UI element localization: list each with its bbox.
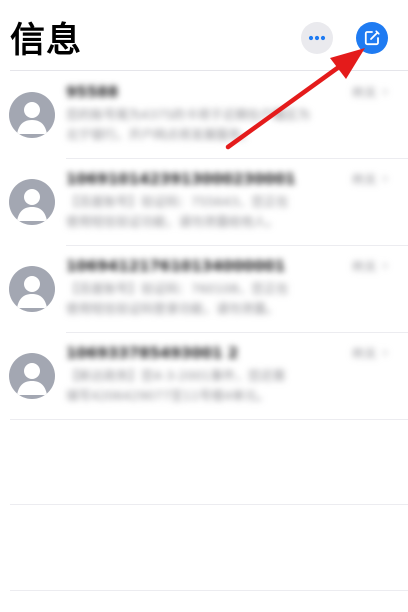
message-preview-line: 使用短信验证码登录功能，请勿泄露。 [66, 301, 279, 316]
person-icon [17, 363, 47, 395]
row-divider [10, 590, 408, 591]
message-time: 昨天 [352, 259, 377, 274]
message-preview-line: 使用短信验证功能，请勿泄露给他人。 [66, 214, 279, 229]
conversation-item[interactable]: 106941217610134000001 昨天 › 【百度账号】验证码：760… [0, 246, 408, 333]
message-preview-line: 填写4206429077至11号楼4单元。 [66, 388, 270, 403]
sender-name: 1069101423913000230001 [66, 170, 296, 188]
avatar [9, 92, 55, 138]
person-icon [17, 276, 47, 308]
sender-name: 95588 [66, 83, 119, 101]
conversation-list: 95588 昨天 › 您的账号尾为4375的卡将于近期在户籍区为 北宁银行。开户… [0, 72, 408, 420]
chevron-right-icon: › [382, 171, 388, 187]
header-divider [10, 70, 408, 71]
conversation-item[interactable]: 1069101423913000230001 昨天 › 【百度账号】验证码：75… [0, 159, 408, 246]
message-preview-line: 【百度账号】验证码：760108，您正在 [66, 281, 289, 296]
message-time: 昨天 [352, 172, 377, 187]
conversation-content: 1069101423913000230001 昨天 › 【百度账号】验证码：75… [66, 167, 388, 231]
sender-name: 106933785493001 2 [66, 344, 239, 362]
message-time: 昨天 [352, 346, 377, 361]
message-preview-line: 您的账号尾为4375的卡将于近期在户籍区为 [66, 107, 311, 122]
chevron-right-icon: › [382, 258, 388, 274]
page-title: 信息 [10, 21, 83, 61]
conversation-content: 106933785493001 2 昨天 › 【新达政务】您4-3-2001事件… [66, 341, 388, 405]
conversation-content: 95588 昨天 › 您的账号尾为4375的卡将于近期在户籍区为 北宁银行。开户… [66, 80, 388, 144]
message-preview-line: 【新达政务】您4-3-2001事件，您还需 [66, 368, 286, 383]
ellipsis-icon [308, 35, 326, 41]
row-divider [10, 419, 408, 420]
chevron-right-icon: › [382, 345, 388, 361]
row-divider [10, 504, 408, 505]
message-preview-line: 北宁银行。开户网点将发展服务。 [66, 127, 254, 142]
message-preview-line: 【百度账号】验证码：755643，您正在 [66, 194, 289, 209]
person-icon [17, 102, 47, 134]
sender-name: 106941217610134000001 [66, 257, 286, 275]
avatar [9, 179, 55, 225]
messages-screen: 信息 95588 昨天 › 您的账号尾为4375的卡将于近期在户籍区为 北宁银行… [0, 0, 408, 612]
person-icon [17, 189, 47, 221]
compose-icon [364, 30, 380, 46]
chevron-right-icon: › [382, 84, 388, 100]
conversation-content: 106941217610134000001 昨天 › 【百度账号】验证码：760… [66, 254, 388, 318]
conversation-item[interactable]: 106933785493001 2 昨天 › 【新达政务】您4-3-2001事件… [0, 333, 408, 420]
avatar [9, 266, 55, 312]
more-button[interactable] [301, 22, 333, 54]
avatar [9, 353, 55, 399]
compose-button[interactable] [356, 22, 388, 54]
conversation-item[interactable]: 95588 昨天 › 您的账号尾为4375的卡将于近期在户籍区为 北宁银行。开户… [0, 72, 408, 159]
message-time: 昨天 [352, 85, 377, 100]
